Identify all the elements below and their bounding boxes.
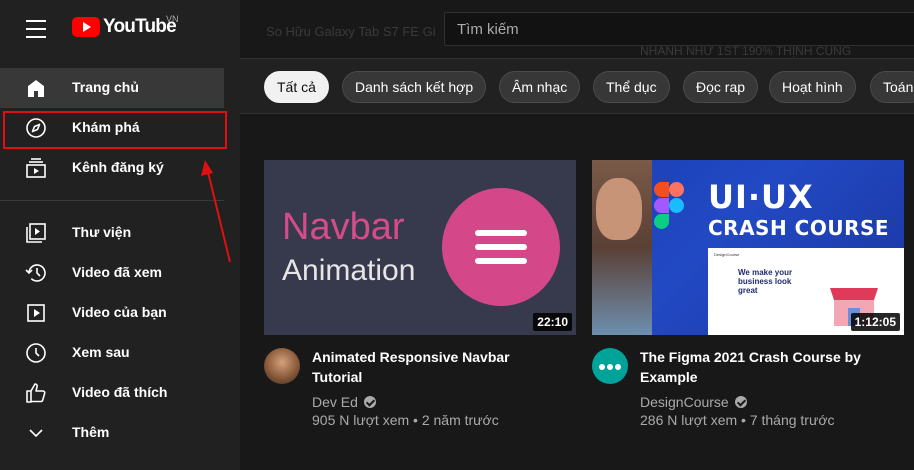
sidebar-item-liked-videos[interactable]: Video đã thích (0, 373, 224, 413)
thumbnail-text: CRASH COURSE (708, 216, 890, 240)
video-title-line: Animated Responsive Navbar (312, 349, 510, 365)
verified-check-icon (734, 396, 747, 408)
chip-fitness[interactable]: Thể dục (593, 71, 670, 103)
menu-icon-graphic (442, 188, 560, 306)
subscriptions-icon (26, 158, 46, 178)
verified-check-icon (363, 396, 376, 408)
video-thumbnail[interactable]: UI·UX CRASH COURSE DesignCourse We make … (592, 160, 904, 335)
search-input[interactable] (457, 21, 897, 38)
chip-all[interactable]: Tất cả (264, 71, 329, 103)
sidebar-item-label: Video đã thích (72, 384, 168, 400)
watch-later-icon (26, 343, 46, 363)
video-title-line: The Figma 2021 Crash Course by (640, 349, 861, 365)
presenter-image (592, 160, 652, 335)
channel-name-text: DesignCourse (640, 394, 729, 410)
figma-logo-icon (654, 182, 684, 248)
chip-mix[interactable]: Danh sách kết hợp (342, 71, 487, 103)
thumbnail-text: Animation (282, 254, 416, 287)
sidebar-item-library[interactable]: Thư viện (0, 213, 224, 253)
annotation-highlight-box (3, 111, 227, 149)
logo-text: YouTube (103, 16, 177, 37)
sidebar-item-label: Video của bạn (72, 304, 167, 320)
video-title-line: Tutorial (312, 369, 363, 385)
sidebar-item-label: Thêm (72, 424, 110, 440)
library-icon (26, 223, 46, 243)
history-icon (25, 264, 46, 282)
video-title[interactable]: Animated Responsive Navbar Tutorial (312, 347, 562, 387)
sidebar-item-label: Video đã xem (72, 264, 163, 280)
thumbnail-text: UI·UX (708, 178, 814, 216)
mockup-nav-text: DesignCourse (714, 252, 740, 257)
channel-name[interactable]: Dev Ed (312, 394, 376, 410)
youtube-play-icon (72, 17, 100, 37)
your-videos-icon (27, 304, 45, 322)
channel-avatar[interactable] (264, 348, 300, 384)
video-title[interactable]: The Figma 2021 Crash Course by Example (640, 347, 890, 387)
home-icon (28, 80, 44, 97)
channel-avatar[interactable] (592, 348, 628, 384)
mockup-headline: We make your business look great (738, 268, 793, 295)
menu-icon[interactable] (26, 20, 46, 38)
sidebar-item-history[interactable]: Video đã xem (0, 253, 224, 293)
sidebar-item-show-more[interactable]: Thêm (0, 413, 224, 453)
country-code: VN (166, 14, 179, 24)
annotation-arrow-icon (201, 160, 231, 263)
video-thumbnail[interactable]: Navbar Animation 22:10 (264, 160, 576, 335)
channel-name[interactable]: DesignCourse (640, 394, 747, 410)
thumbs-up-icon (26, 383, 46, 403)
thumbnail-text: Navbar (282, 206, 405, 248)
sidebar-item-label: Kênh đăng ký (72, 159, 164, 175)
video-duration: 1:12:05 (850, 313, 900, 331)
video-duration: 22:10 (533, 313, 572, 331)
sidebar-library-nav: Thư viện Video đã xem Video của bạn Xem … (0, 213, 224, 453)
chip-bar: Tất cả Danh sách kết hợp Âm nhạc Thể dục… (240, 58, 914, 114)
search-box[interactable] (444, 12, 914, 46)
chip-animation[interactable]: Hoạt hình (769, 71, 856, 103)
chip-rap[interactable]: Đọc rap (683, 71, 759, 103)
sidebar-item-label: Thư viện (72, 224, 132, 240)
sidebar-item-home[interactable]: Trang chủ (0, 68, 224, 108)
ad-ghost-text: So Hữu Galaxy Tab S7 FE Gi (266, 24, 436, 39)
channel-name-text: Dev Ed (312, 394, 358, 410)
youtube-logo[interactable]: YouTube (72, 16, 177, 38)
sidebar-item-label: Xem sau (72, 344, 130, 360)
sidebar: YouTube VN Trang chủ Khám phá Kênh đăng … (0, 0, 240, 470)
video-stats: 286 N lượt xem • 7 tháng trước (640, 412, 835, 428)
video-title-line: Example (640, 369, 698, 385)
sidebar-item-subscriptions[interactable]: Kênh đăng ký (0, 148, 224, 188)
chevron-down-icon (29, 429, 43, 438)
sidebar-divider (0, 200, 224, 201)
chip-math[interactable]: Toán (870, 71, 914, 103)
ad-ghost-text-secondary: NHANH NHƯ 1ST 190% THỊNH CUNG (640, 44, 852, 58)
chip-music[interactable]: Âm nhạc (499, 71, 581, 103)
sidebar-item-watch-later[interactable]: Xem sau (0, 333, 224, 373)
video-stats: 905 N lượt xem • 2 năm trước (312, 412, 499, 428)
sidebar-item-your-videos[interactable]: Video của bạn (0, 293, 224, 333)
youtube-app: YouTube VN Trang chủ Khám phá Kênh đăng … (0, 0, 914, 470)
sidebar-item-label: Trang chủ (72, 79, 139, 95)
